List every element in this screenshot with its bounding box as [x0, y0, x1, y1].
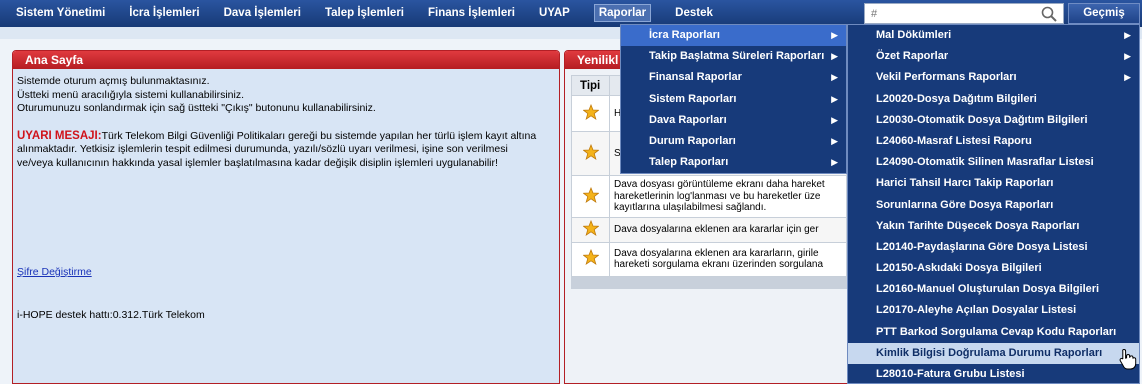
submenu-item-ozet-raporlar[interactable]: Özet Raporlar ▶ [848, 46, 1139, 67]
star-icon [582, 143, 599, 160]
submenu-arrow-icon: ▶ [831, 72, 838, 83]
submenu-item-harici-tahsil[interactable]: Harici Tahsil Harcı Takip Raporları [848, 173, 1139, 194]
menu-item-label: Finansal Raporlar [649, 71, 742, 84]
type-cell [571, 175, 610, 218]
info-line-1: Sistemde oturum açmış bulunmaktasınız. [17, 75, 210, 87]
nav-raporlar[interactable]: Raporlar [582, 0, 663, 27]
submenu-item-l20020[interactable]: L20020-Dosya Dağıtım Bilgileri [848, 89, 1139, 110]
menu-item-label: Durum Raporları [649, 134, 736, 147]
change-password-link[interactable]: Şifre Değiştirme [17, 266, 92, 280]
news-text: Dava dosyası görüntüleme ekranı daha har… [609, 175, 847, 218]
nav-finans-islemleri[interactable]: Finans İşlemleri [416, 0, 527, 27]
reports-menu: İcra Raporları ▶ Takip Başlatma Süreleri … [620, 24, 847, 174]
star-icon [582, 249, 599, 266]
submenu-item-l20140[interactable]: L20140-Paydaşlarına Göre Dosya Listesi [848, 237, 1139, 258]
submenu-item-mal-dokumleri[interactable]: Mal Dökümleri ▶ [848, 25, 1139, 46]
type-cell [571, 241, 610, 277]
support-hotline: i-HOPE destek hattı:0.312.Türk Telekom [17, 309, 205, 321]
home-panel: Ana Sayfa Sistemde oturum açmış bulunmak… [12, 50, 560, 384]
submenu-item-l24090[interactable]: L24090-Otomatik Silinen Masraflar Listes… [848, 152, 1139, 173]
nav-destek[interactable]: Destek [663, 0, 725, 27]
submenu-item-l20150[interactable]: L20150-Askıdaki Dosya Bilgileri [848, 258, 1139, 279]
home-panel-body: Sistemde oturum açmış bulunmaktasınız. Ü… [13, 69, 559, 383]
submenu-item-sorunlarina-gore[interactable]: Sorunlarına Göre Dosya Raporları [848, 195, 1139, 216]
menu-item-label: İcra Raporları [649, 29, 720, 41]
submenu-item-l20170[interactable]: L20170-Aleyhe Açılan Dosyalar Listesi [848, 300, 1139, 321]
submenu-arrow-icon: ▶ [831, 93, 838, 104]
menu-item-durum-raporlari[interactable]: Durum Raporları ▶ [621, 131, 846, 152]
menu-item-label: Takip Başlatma Süreleri Raporları [649, 50, 825, 63]
nav-uyap[interactable]: UYAP [527, 0, 582, 27]
menu-item-finansal-raporlar[interactable]: Finansal Raporlar ▶ [621, 67, 846, 88]
menu-item-talep-raporlari[interactable]: Talep Raporları ▶ [621, 152, 846, 173]
home-panel-title: Ana Sayfa [13, 51, 559, 69]
search-input[interactable] [865, 4, 1035, 23]
warning-title: UYARI MESAJI: [17, 129, 102, 142]
submenu-arrow-icon: ▶ [831, 135, 838, 146]
submenu-item-l20160[interactable]: L20160-Manuel Oluşturulan Dosya Bilgiler… [848, 279, 1139, 300]
menu-item-label: Vekil Performans Raporları [876, 71, 1017, 84]
menu-item-label: Dava Raporları [649, 113, 727, 126]
news-text: Dava dosyalarına eklenen ara kararların,… [609, 241, 847, 277]
submenu-item-kimlik-bilgisi[interactable]: Kimlik Bilgisi Doğrulama Durumu Raporlar… [848, 342, 1139, 364]
menu-item-label: Mal Dökümleri [876, 29, 952, 41]
star-icon [582, 103, 599, 120]
history-button[interactable]: Geçmiş [1068, 3, 1140, 24]
submenu-item-yakin-tarihte[interactable]: Yakın Tarihte Düşecek Dosya Raporları [848, 216, 1139, 237]
submenu-arrow-icon: ▶ [1124, 51, 1131, 62]
submenu-item-l24060[interactable]: L24060-Masraf Listesi Raporu [848, 131, 1139, 152]
menu-item-dava-raporlari[interactable]: Dava Raporları ▶ [621, 110, 846, 131]
nav-icra-islemleri[interactable]: İcra İşlemleri [117, 0, 211, 27]
column-header-type: Tipi [571, 75, 610, 96]
news-table-footer [571, 276, 847, 289]
info-line-3: Oturumunuzu sonlandırmak için sağ üsttek… [17, 102, 376, 114]
star-icon [582, 186, 599, 203]
table-row[interactable]: Dava dosyalarına eklenen ara kararların,… [571, 241, 847, 277]
hand-cursor-icon [1119, 348, 1137, 370]
menu-item-label: Talep Raporları [649, 156, 729, 169]
table-row[interactable]: Dava dosyası görüntüleme ekranı daha har… [571, 175, 847, 218]
submenu-arrow-icon: ▶ [831, 30, 838, 40]
type-cell [571, 131, 610, 176]
table-row[interactable]: Dava dosyalarına eklenen ara kararlar iç… [571, 217, 847, 243]
submenu-arrow-icon: ▶ [831, 157, 838, 168]
menu-item-sistem-raporlari[interactable]: Sistem Raporları ▶ [621, 89, 846, 110]
submenu-arrow-icon: ▶ [1124, 72, 1131, 83]
submenu-arrow-icon: ▶ [1124, 30, 1131, 40]
search-icon[interactable] [1041, 6, 1057, 22]
menu-item-label: Özet Raporlar [876, 50, 949, 63]
submenu-item-l28010[interactable]: L28010-Fatura Grubu Listesi [848, 364, 1139, 384]
info-line-2: Üstteki menü aracılığıyla sistemi kullan… [17, 88, 244, 101]
menu-item-takip-baslatma[interactable]: Takip Başlatma Süreleri Raporları ▶ [621, 46, 846, 67]
submenu-item-ptt-barkod[interactable]: PTT Barkod Sorgulama Cevap Kodu Raporlar… [848, 322, 1139, 343]
nav-dava-islemleri[interactable]: Dava İşlemleri [212, 0, 313, 27]
submenu-item-l20030[interactable]: L20030-Otomatik Dosya Dağıtım Bilgileri [848, 110, 1139, 131]
icra-reports-submenu: Mal Dökümleri ▶ Özet Raporlar ▶ Vekil Perf… [847, 24, 1140, 384]
type-cell [571, 95, 610, 132]
nav-raporlar-label: Raporlar [593, 4, 652, 22]
nav-talep-islemleri[interactable]: Talep İşlemleri [313, 0, 416, 27]
menu-item-icra-raporlari[interactable]: İcra Raporları ▶ [621, 25, 846, 47]
type-cell [571, 217, 610, 243]
search-box [864, 3, 1064, 24]
menu-item-label: Sistem Raporları [649, 92, 737, 105]
warning-message: UYARI MESAJI:Türk Telekom Bilgi Güvenliğ… [17, 130, 542, 171]
submenu-arrow-icon: ▶ [831, 51, 838, 62]
submenu-item-vekil-performans[interactable]: Vekil Performans Raporları ▶ [848, 67, 1139, 88]
submenu-arrow-icon: ▶ [831, 114, 838, 125]
nav-sistem-yonetimi[interactable]: Sistem Yönetimi [4, 0, 117, 27]
news-text: Dava dosyalarına eklenen ara kararlar iç… [609, 217, 847, 243]
star-icon [582, 220, 599, 236]
